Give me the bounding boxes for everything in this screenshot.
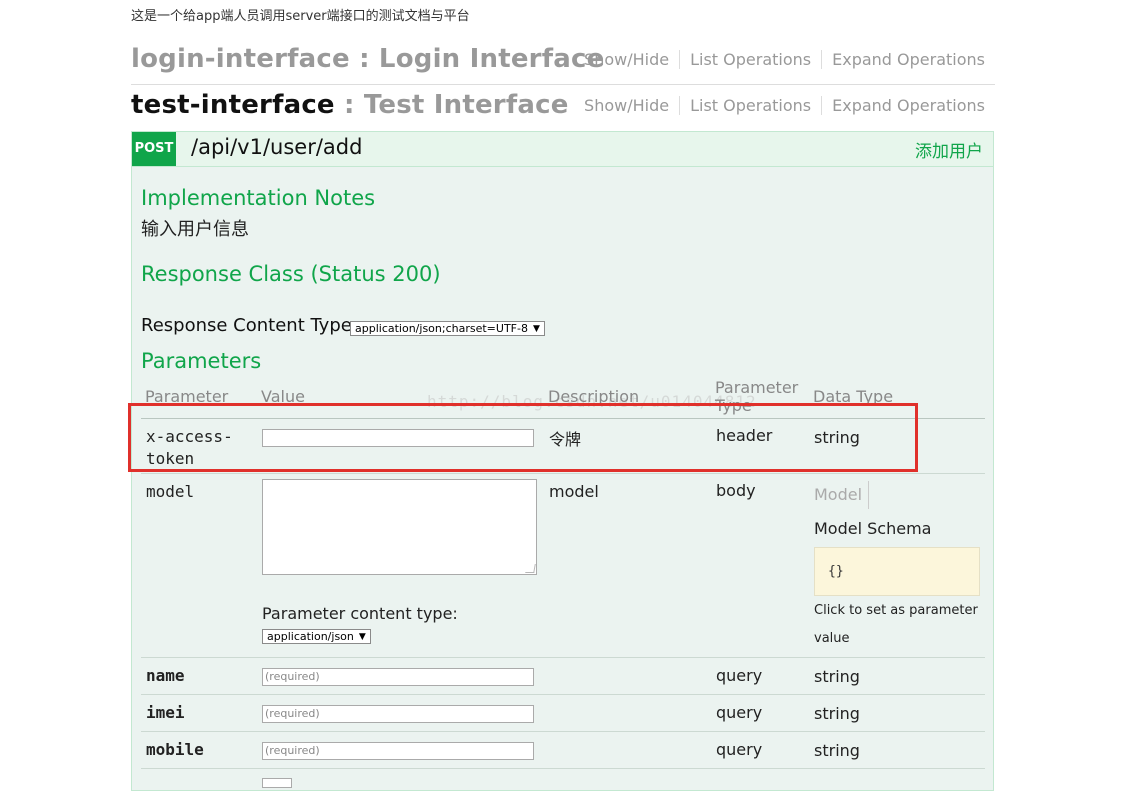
param-name-name: name <box>146 666 185 685</box>
select-value: application/json <box>267 630 354 643</box>
row-divider <box>141 731 985 732</box>
list-operations-link[interactable]: List Operations <box>680 50 823 69</box>
name-input[interactable]: (required) <box>262 668 534 686</box>
model-schema-tab[interactable]: Model Schema <box>814 519 931 538</box>
http-method-badge[interactable]: POST <box>132 132 176 166</box>
resource-title[interactable]: login-interface : Login Interface <box>131 44 604 74</box>
resource-separator: : <box>349 44 379 74</box>
row-divider <box>141 768 985 769</box>
param-description: model <box>549 482 599 501</box>
parameter-content-type-label: Parameter content type: <box>262 604 458 623</box>
resource-test-interface: test-interface : Test Interface Show/Hid… <box>131 86 995 130</box>
imei-input[interactable]: (required) <box>262 705 534 723</box>
show-hide-link[interactable]: Show/Hide <box>584 96 681 115</box>
resource-ops: Show/Hide List Operations Expand Operati… <box>584 50 985 69</box>
tab-divider <box>868 481 869 509</box>
model-schema-text: {} <box>828 564 844 579</box>
input-placeholder: (required) <box>265 744 320 757</box>
response-content-type-label: Response Content Type <box>141 315 352 336</box>
page-subtitle: 这是一个给app端人员调用server端接口的测试文档与平台 <box>131 9 470 24</box>
input-placeholder: (required) <box>265 707 320 720</box>
resource-ops: Show/Hide List Operations Expand Operati… <box>584 96 985 115</box>
resource-name[interactable]: test-interface <box>131 90 335 120</box>
param-name-mobile: mobile <box>146 740 204 759</box>
input-placeholder: (required) <box>265 670 320 683</box>
parameters-title: Parameters <box>141 349 262 373</box>
dropdown-arrow-icon: ▼ <box>358 631 366 642</box>
endpoint-path[interactable]: /api/v1/user/add <box>191 135 362 159</box>
endpoint-header[interactable]: POST /api/v1/user/add 添加用户 <box>132 132 993 167</box>
implementation-notes-text: 输入用户信息 <box>141 219 249 240</box>
parameter-content-type-select[interactable]: application/json ▼ <box>262 629 371 644</box>
param-type: query <box>716 666 763 685</box>
select-value: application/json;charset=UTF-8 <box>355 322 528 335</box>
param-type: body <box>716 481 756 500</box>
mobile-input[interactable]: (required) <box>262 742 534 760</box>
model-schema-box[interactable]: {} <box>814 547 980 596</box>
param-data-type: string <box>814 704 860 723</box>
expand-operations-link[interactable]: Expand Operations <box>822 50 985 69</box>
implementation-notes-title: Implementation Notes <box>141 186 376 210</box>
param-type: query <box>716 703 763 722</box>
next-row-input[interactable] <box>262 778 292 788</box>
param-name-imei: imei <box>146 703 185 722</box>
row-divider <box>141 657 985 658</box>
show-hide-link[interactable]: Show/Hide <box>584 50 681 69</box>
resource-name[interactable]: login-interface <box>131 44 350 74</box>
resource-login-interface: login-interface : Login Interface Show/H… <box>131 40 995 85</box>
resize-handle-icon[interactable] <box>525 564 536 573</box>
expand-operations-link[interactable]: Expand Operations <box>822 96 985 115</box>
param-data-type: string <box>814 667 860 686</box>
model-body-textarea[interactable] <box>262 479 537 575</box>
param-type: query <box>716 740 763 759</box>
param-name-model: model <box>146 482 195 501</box>
resource-description: Test Interface <box>363 90 569 120</box>
resource-description: Login Interface <box>378 44 605 74</box>
row-divider <box>141 694 985 695</box>
response-content-type-select[interactable]: application/json;charset=UTF-8 ▼ <box>350 321 545 336</box>
row-divider <box>141 473 985 474</box>
response-class-title: Response Class (Status 200) <box>141 262 441 286</box>
resource-title[interactable]: test-interface : Test Interface <box>131 90 569 120</box>
endpoint-summary[interactable]: 添加用户 <box>915 137 983 162</box>
param-data-type: string <box>814 741 860 760</box>
col-header-parameter-type-line1: Parameter <box>715 378 799 397</box>
highlight-box <box>128 403 918 472</box>
list-operations-link[interactable]: List Operations <box>680 96 823 115</box>
click-note-line2: value <box>814 631 850 646</box>
dropdown-arrow-icon: ▼ <box>532 323 540 334</box>
model-tab[interactable]: Model <box>814 485 862 504</box>
resource-separator: : <box>334 90 364 120</box>
click-to-set-note: Click to set as parameter value <box>814 597 978 653</box>
click-note-line1: Click to set as parameter <box>814 603 978 618</box>
